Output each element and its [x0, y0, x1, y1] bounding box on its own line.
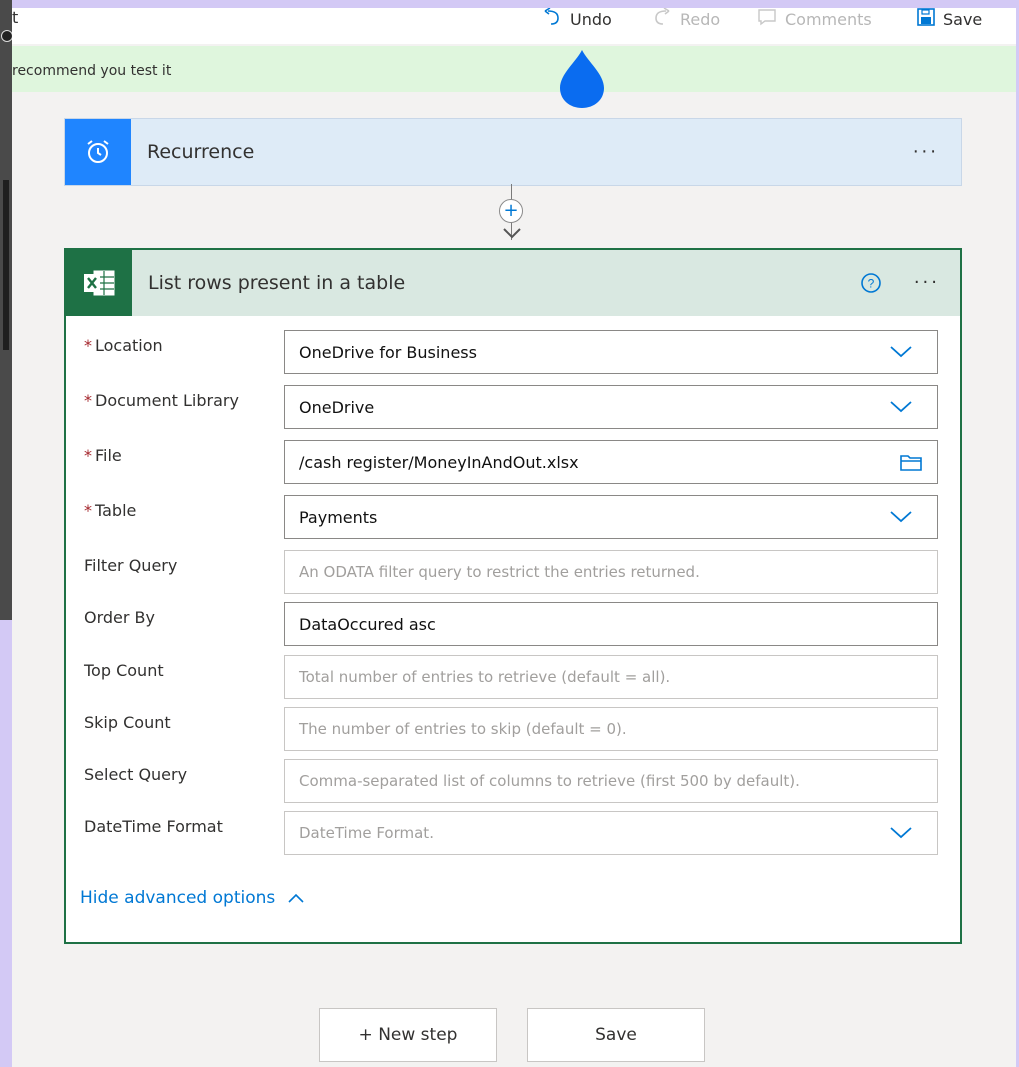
notification-banner: recommend you test it: [12, 46, 1016, 92]
field-label-location: * Location: [84, 336, 163, 355]
field-order-by: Order By DataOccured asc: [66, 602, 960, 646]
field-label-skip-count: Skip Count: [84, 713, 171, 732]
chevron-down-icon: [890, 401, 912, 413]
field-label-order-by: Order By: [84, 608, 155, 627]
save-icon: [917, 8, 935, 31]
chevron-up-icon: [288, 893, 304, 903]
alarm-clock-icon: [87, 140, 109, 163]
field-label-select-query: Select Query: [84, 765, 188, 784]
select-query-placeholder: Comma-separated list of columns to retri…: [299, 772, 800, 790]
field-table: * Table Payments: [66, 495, 960, 539]
location-select[interactable]: OneDrive for Business: [284, 330, 938, 374]
field-label-top-count: Top Count: [84, 661, 164, 680]
help-icon[interactable]: ?: [860, 272, 882, 294]
field-select-query: Select Query Comma-separated list of col…: [66, 759, 960, 803]
field-skip-count: Skip Count The number of entries to skip…: [66, 707, 960, 751]
filter-query-placeholder: An ODATA filter query to restrict the en…: [299, 563, 700, 581]
hide-advanced-label: Hide advanced options: [80, 888, 276, 908]
order-by-value: DataOccured asc: [299, 614, 436, 634]
recurrence-title: Recurrence: [147, 141, 255, 163]
skip-count-input[interactable]: The number of entries to skip (default =…: [284, 707, 938, 751]
save-toolbar-label: Save: [943, 10, 983, 29]
recurrence-trigger-card[interactable]: Recurrence ···: [64, 118, 962, 186]
required-marker: *: [84, 501, 92, 520]
field-label-document-library: * Document Library: [84, 391, 239, 410]
required-marker: *: [84, 446, 92, 465]
table-value: Payments: [299, 507, 378, 527]
window-scroll-bar[interactable]: [3, 180, 9, 350]
comments-button[interactable]: Comments: [757, 8, 872, 31]
recurrence-more-menu[interactable]: ···: [913, 142, 939, 163]
required-marker: *: [84, 336, 92, 355]
comments-label: Comments: [785, 10, 872, 29]
location-value: OneDrive for Business: [299, 342, 477, 362]
chevron-down-icon: [890, 827, 912, 839]
field-datetime-format: DateTime Format DateTime Format.: [66, 811, 960, 855]
field-top-count: Top Count Total number of entries to ret…: [66, 655, 960, 699]
action-card-header[interactable]: List rows present in a table ? ···: [66, 250, 960, 316]
redo-button[interactable]: Redo: [652, 7, 721, 31]
document-library-select[interactable]: OneDrive: [284, 385, 938, 429]
undo-icon: [542, 7, 562, 31]
action-title: List rows present in a table: [148, 272, 406, 294]
field-label-datetime-format: DateTime Format: [84, 817, 223, 836]
list-rows-action-card: List rows present in a table ? ··· * Loca…: [64, 248, 962, 944]
undo-button[interactable]: Undo: [542, 7, 612, 31]
order-by-input[interactable]: DataOccured asc: [284, 602, 938, 646]
datetime-format-placeholder: DateTime Format.: [299, 824, 434, 842]
field-file: * File /cash register/MoneyInAndOut.xlsx: [66, 440, 960, 484]
folder-icon[interactable]: [899, 452, 923, 472]
field-location: * Location OneDrive for Business: [66, 330, 960, 374]
filter-query-input[interactable]: An ODATA filter query to restrict the en…: [284, 550, 938, 594]
svg-text:?: ?: [868, 277, 875, 291]
field-filter-query: Filter Query An ODATA filter query to re…: [66, 550, 960, 594]
field-label-filter-query: Filter Query: [84, 556, 178, 575]
field-label-table: * Table: [84, 501, 137, 520]
water-drop-icon: [560, 50, 604, 108]
document-library-value: OneDrive: [299, 397, 375, 417]
save-button[interactable]: Save: [527, 1008, 705, 1062]
designer-toolbar: t Undo Redo Comments Save: [12, 7, 1016, 44]
comment-icon: [757, 8, 777, 31]
flow-designer-canvas: t Undo Redo Comments Save recommend you …: [12, 7, 1016, 1067]
datetime-format-select[interactable]: DateTime Format.: [284, 811, 938, 855]
chevron-down-icon: [890, 346, 912, 358]
file-path-value: /cash register/MoneyInAndOut.xlsx: [299, 452, 579, 472]
select-query-input[interactable]: Comma-separated list of columns to retri…: [284, 759, 938, 803]
insert-step-button[interactable]: +: [499, 199, 523, 223]
file-path-input[interactable]: /cash register/MoneyInAndOut.xlsx: [284, 440, 938, 484]
excel-icon-box: [66, 250, 132, 316]
field-document-library: * Document Library OneDrive: [66, 385, 960, 429]
left-window-strip: [0, 0, 13, 620]
redo-icon: [652, 7, 672, 31]
redo-label: Redo: [680, 10, 721, 29]
arrow-down-icon: [503, 228, 521, 239]
new-step-button[interactable]: + New step: [319, 1008, 497, 1062]
recurrence-icon-box: [65, 119, 131, 185]
hide-advanced-options-link[interactable]: Hide advanced options: [80, 888, 305, 908]
table-select[interactable]: Payments: [284, 495, 938, 539]
required-marker: *: [84, 391, 92, 410]
app-name: t: [12, 8, 19, 27]
save-toolbar-button[interactable]: Save: [917, 8, 982, 31]
action-more-menu[interactable]: ···: [914, 272, 940, 293]
excel-icon: [84, 270, 115, 296]
undo-label: Undo: [570, 10, 612, 29]
skip-count-placeholder: The number of entries to skip (default =…: [299, 720, 627, 738]
field-label-file: * File: [84, 446, 122, 465]
top-count-input[interactable]: Total number of entries to retrieve (def…: [284, 655, 938, 699]
chevron-down-icon: [890, 511, 912, 523]
top-count-placeholder: Total number of entries to retrieve (def…: [299, 668, 671, 686]
banner-text: recommend you test it: [12, 63, 172, 79]
